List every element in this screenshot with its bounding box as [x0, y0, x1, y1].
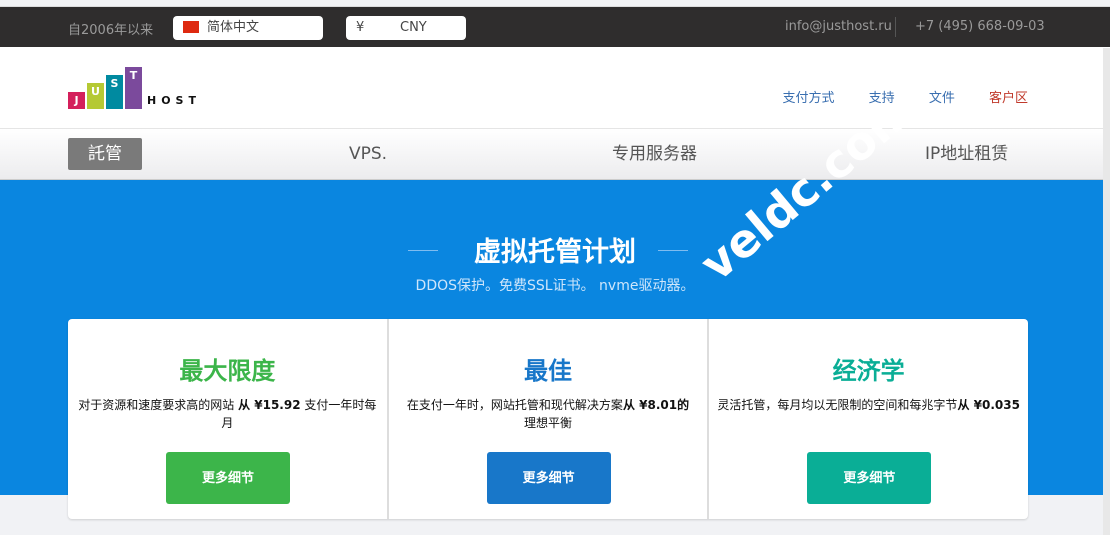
details-button[interactable]: 更多细节: [807, 452, 932, 504]
china-flag-icon: [183, 21, 199, 33]
top-gap: [0, 0, 1110, 7]
details-button[interactable]: 更多细节: [486, 452, 611, 504]
hero-subtitle: DDOS保护。免费SSL证书。 nvme驱动器。: [415, 278, 695, 294]
plan-cards: 最大限度 对于资源和速度要求高的网站 从 ¥15.92 支付一年时每月 更多细节…: [68, 319, 1028, 519]
nav-hosting[interactable]: 託管: [68, 138, 142, 170]
plan-desc: 灵活托管，每月均以无限制的空间和每兆字节从 ¥0.035: [717, 398, 1020, 412]
support-link[interactable]: 支持: [869, 91, 895, 106]
top-bar: 自2006年以来 简体中文 ¥ CNY info@justhost.ru +7 (…: [0, 7, 1110, 47]
email-link[interactable]: info@justhost.ru: [785, 19, 892, 34]
plan-card-economy: 经济学 灵活托管，每月均以无限制的空间和每兆字节从 ¥0.035 更多细节: [709, 319, 1028, 519]
payment-link[interactable]: 支付方式: [783, 91, 835, 106]
currency-select[interactable]: ¥ CNY: [346, 16, 466, 40]
plan-desc: 对于资源和速度要求高的网站 从 ¥15.92 支付一年时每月: [78, 398, 377, 430]
scrollbar[interactable]: [1103, 48, 1110, 535]
docs-link[interactable]: 文件: [929, 91, 955, 106]
main-nav: 託管 VPS. 专用服务器 IP地址租赁: [0, 129, 1110, 180]
plan-title: 最大限度: [179, 357, 276, 385]
language-select[interactable]: 简体中文: [173, 16, 323, 40]
plan-desc: 在支付一年时，网站托管和现代解决方案从 ¥8.01的 理想平衡: [406, 398, 690, 430]
nav-dedicated[interactable]: 专用服务器: [612, 138, 697, 170]
plan-card-max: 最大限度 对于资源和速度要求高的网站 从 ¥15.92 支付一年时每月 更多细节: [68, 319, 389, 519]
divider: [895, 17, 896, 37]
logo-letter: U: [87, 83, 104, 109]
logo-letter: S: [106, 75, 123, 109]
plan-title: 最佳: [524, 357, 572, 385]
language-value: 简体中文: [207, 20, 260, 35]
nav-ip-rental[interactable]: IP地址租赁: [925, 138, 1008, 170]
logo-word: HOST: [147, 94, 201, 107]
logo-letter: J: [68, 92, 85, 109]
logo-letter: T: [125, 67, 142, 109]
logo[interactable]: J U S T HOST: [68, 67, 208, 109]
header-links: 支付方式 支持 文件 客户区: [753, 87, 1028, 106]
client-area-link[interactable]: 客户区: [989, 91, 1028, 106]
header: J U S T HOST 支付方式 支持 文件 客户区: [0, 47, 1110, 129]
currency-value: CNY: [400, 20, 427, 35]
plan-title: 经济学: [832, 357, 905, 385]
hero-title: 虚拟托管计划: [474, 237, 636, 268]
details-button[interactable]: 更多细节: [166, 452, 290, 504]
nav-vps[interactable]: VPS.: [349, 138, 387, 170]
phone-link[interactable]: +7 (495) 668-09-03: [915, 19, 1045, 34]
plan-card-optimal: 最佳 在支付一年时，网站托管和现代解决方案从 ¥8.01的 理想平衡 更多细节: [389, 319, 710, 519]
currency-symbol: ¥: [356, 20, 365, 35]
since-text: 自2006年以来: [68, 23, 154, 38]
